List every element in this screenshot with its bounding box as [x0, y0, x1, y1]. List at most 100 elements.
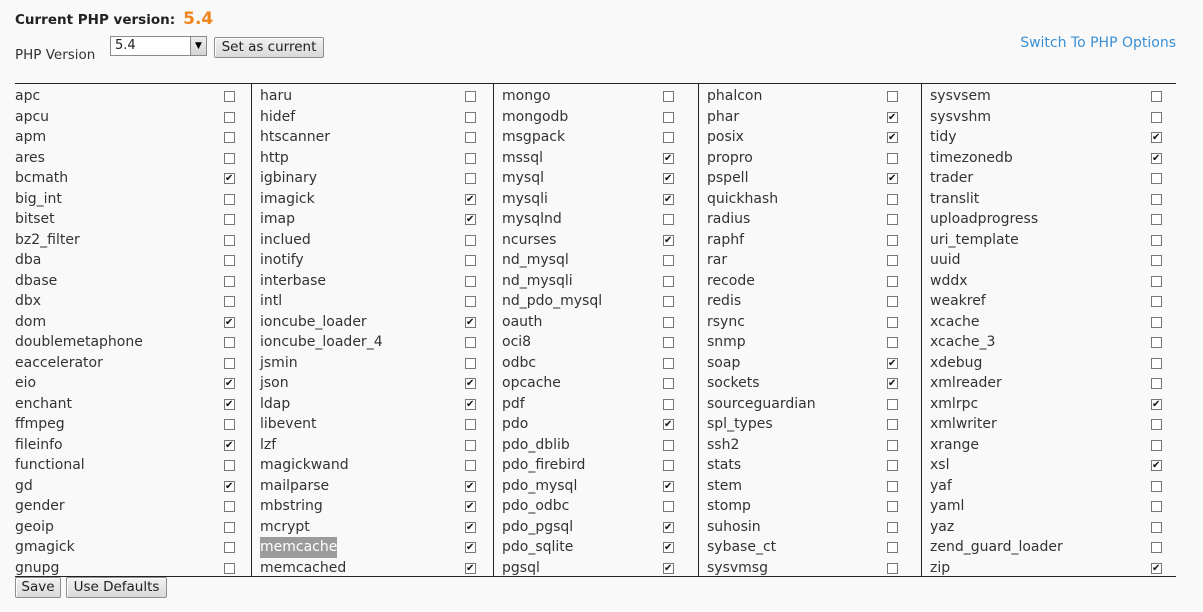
extension-checkbox[interactable] — [224, 214, 235, 225]
extension-checkbox[interactable] — [465, 152, 476, 164]
extension-checkbox[interactable] — [663, 501, 674, 512]
extension-checkbox[interactable] — [663, 169, 674, 190]
extension-checkbox[interactable] — [663, 398, 674, 410]
extension-checkbox[interactable] — [1151, 193, 1162, 205]
extension-checkbox[interactable] — [465, 210, 476, 231]
extension-checkbox[interactable] — [663, 296, 674, 307]
extension-checkbox[interactable] — [465, 132, 476, 143]
extension-checkbox[interactable] — [224, 132, 235, 143]
extension-checkbox[interactable] — [224, 313, 235, 333]
extension-checkbox[interactable] — [887, 354, 898, 374]
extension-checkbox[interactable] — [465, 357, 476, 369]
extension-checkbox[interactable] — [663, 149, 674, 169]
extension-checkbox[interactable] — [663, 214, 674, 225]
extension-checkbox[interactable] — [887, 255, 898, 266]
extension-checkbox[interactable] — [663, 337, 674, 348]
extension-checkbox[interactable] — [663, 132, 674, 143]
extension-checkbox[interactable] — [1151, 480, 1162, 492]
extension-checkbox[interactable] — [663, 357, 674, 369]
extension-checkbox[interactable] — [224, 436, 235, 456]
extension-checkbox[interactable] — [1151, 255, 1162, 266]
extension-checkbox[interactable] — [224, 501, 235, 512]
extension-checkbox[interactable] — [663, 190, 674, 210]
extension-checkbox[interactable] — [465, 255, 476, 266]
extension-checkbox[interactable] — [887, 275, 898, 287]
extension-checkbox[interactable] — [663, 415, 674, 436]
extension-checkbox[interactable] — [1151, 542, 1162, 553]
extension-checkbox[interactable] — [887, 193, 898, 205]
extension-checkbox[interactable] — [663, 378, 674, 389]
extension-checkbox[interactable] — [1151, 316, 1162, 328]
extension-checkbox[interactable] — [887, 501, 898, 512]
extension-checkbox[interactable] — [224, 395, 235, 415]
extension-checkbox[interactable] — [887, 152, 898, 164]
extension-checkbox[interactable] — [465, 111, 476, 123]
extension-checkbox[interactable] — [887, 374, 898, 395]
extension-checkbox[interactable] — [224, 234, 235, 246]
extension-checkbox[interactable] — [1151, 559, 1162, 579]
extension-checkbox[interactable] — [663, 460, 674, 471]
extension-checkbox[interactable] — [663, 275, 674, 287]
extension-checkbox[interactable] — [887, 480, 898, 492]
extension-checkbox[interactable] — [224, 91, 235, 102]
extension-checkbox[interactable] — [887, 128, 898, 149]
extension-checkbox[interactable] — [465, 538, 476, 559]
extension-checkbox[interactable] — [663, 477, 674, 497]
set-as-current-button[interactable]: Set as current — [214, 37, 324, 58]
extension-checkbox[interactable] — [887, 439, 898, 451]
extension-checkbox[interactable] — [887, 169, 898, 190]
extension-checkbox[interactable] — [887, 91, 898, 102]
extension-checkbox[interactable] — [887, 542, 898, 553]
chevron-down-icon[interactable]: ▼ — [190, 37, 206, 55]
extension-checkbox[interactable] — [1151, 419, 1162, 430]
extension-checkbox[interactable] — [465, 173, 476, 184]
extension-checkbox[interactable] — [224, 542, 235, 553]
extension-checkbox[interactable] — [1151, 378, 1162, 389]
extension-checkbox[interactable] — [1151, 91, 1162, 102]
extension-checkbox[interactable] — [887, 214, 898, 225]
extension-checkbox[interactable] — [663, 559, 674, 579]
extension-checkbox[interactable] — [887, 296, 898, 307]
extension-checkbox[interactable] — [663, 231, 674, 251]
extension-checkbox[interactable] — [465, 234, 476, 246]
switch-to-php-options-link[interactable]: Switch To PHP Options — [1020, 35, 1176, 51]
extension-checkbox[interactable] — [663, 255, 674, 266]
extension-checkbox[interactable] — [224, 255, 235, 266]
extension-checkbox[interactable] — [1151, 128, 1162, 149]
extension-checkbox[interactable] — [465, 190, 476, 210]
extension-checkbox[interactable] — [1151, 456, 1162, 477]
extension-checkbox[interactable] — [224, 169, 235, 190]
extension-checkbox[interactable] — [224, 152, 235, 164]
extension-checkbox[interactable] — [1151, 149, 1162, 169]
extension-checkbox[interactable] — [663, 538, 674, 559]
extension-checkbox[interactable] — [465, 439, 476, 451]
extension-checkbox[interactable] — [224, 521, 235, 533]
extension-checkbox[interactable] — [1151, 521, 1162, 533]
extension-checkbox[interactable] — [465, 395, 476, 415]
extension-checkbox[interactable] — [465, 477, 476, 497]
extension-checkbox[interactable] — [887, 460, 898, 471]
save-button[interactable]: Save — [15, 577, 61, 598]
extension-checkbox[interactable] — [1151, 296, 1162, 307]
extension-checkbox[interactable] — [663, 518, 674, 538]
extension-checkbox[interactable] — [224, 419, 235, 430]
extension-checkbox[interactable] — [887, 316, 898, 328]
extension-checkbox[interactable] — [224, 111, 235, 123]
extension-checkbox[interactable] — [1151, 439, 1162, 451]
extension-checkbox[interactable] — [887, 234, 898, 246]
extension-checkbox[interactable] — [465, 559, 476, 579]
extension-checkbox[interactable] — [1151, 275, 1162, 287]
extension-checkbox[interactable] — [663, 439, 674, 451]
php-version-select[interactable]: 5.4 ▼ — [110, 36, 207, 56]
extension-checkbox[interactable] — [663, 111, 674, 123]
extension-checkbox[interactable] — [887, 398, 898, 410]
extension-checkbox[interactable] — [1151, 111, 1162, 123]
extension-checkbox[interactable] — [887, 562, 898, 574]
extension-checkbox[interactable] — [465, 337, 476, 348]
extension-checkbox[interactable] — [887, 419, 898, 430]
extension-checkbox[interactable] — [465, 497, 476, 518]
extension-checkbox[interactable] — [1151, 501, 1162, 512]
extension-checkbox[interactable] — [1151, 173, 1162, 184]
extension-checkbox[interactable] — [663, 91, 674, 102]
extension-checkbox[interactable] — [224, 477, 235, 497]
